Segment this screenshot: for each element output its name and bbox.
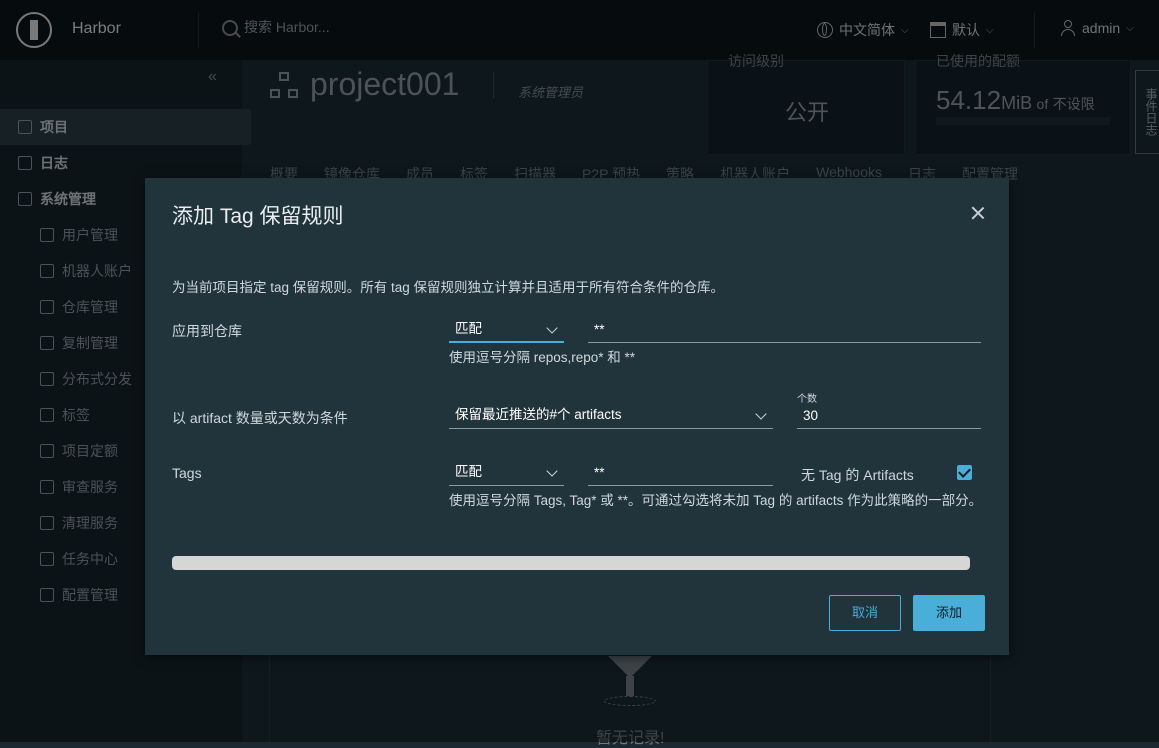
count-input[interactable] [797,403,981,429]
cancel-button[interactable]: 取消 [829,595,901,631]
tags-match-select[interactable]: 匹配 [449,460,564,486]
modal-title: 添加 Tag 保留规则 [172,205,344,228]
condition-label: 以 artifact 数量或天数为条件 [172,410,348,426]
repo-match-select[interactable]: 匹配 [449,317,564,343]
repo-helper-text: 使用逗号分隔 repos,repo* 和 ** [449,350,636,365]
tags-match-value: 匹配 [455,464,482,479]
add-button[interactable]: 添加 [913,595,985,631]
horizontal-scrollbar[interactable] [172,556,970,570]
close-icon[interactable] [969,204,987,222]
chevron-down-icon [546,465,558,477]
chevron-down-icon [546,322,558,334]
condition-select[interactable]: 保留最近推送的#个 artifacts [449,403,773,429]
tags-pattern-input[interactable] [588,460,773,486]
add-retention-rule-dialog: 添加 Tag 保留规则 为当前项目指定 tag 保留规则。所有 tag 保留规则… [145,178,1009,655]
modal-description: 为当前项目指定 tag 保留规则。所有 tag 保留规则独立计算并且适用于所有符… [172,280,725,295]
tags-label: Tags [172,465,202,481]
chevron-down-icon [755,408,767,420]
untagged-label: 无 Tag 的 Artifacts [801,467,914,483]
repo-pattern-input[interactable] [588,317,981,343]
repo-match-value: 匹配 [455,321,482,336]
repo-label: 应用到仓库 [172,323,242,339]
tags-helper-text: 使用逗号分隔 Tags, Tag* 或 **。可通过勾选将未加 Tag 的 ar… [449,493,983,508]
condition-value: 保留最近推送的#个 artifacts [455,407,622,422]
untagged-checkbox[interactable] [957,465,972,480]
